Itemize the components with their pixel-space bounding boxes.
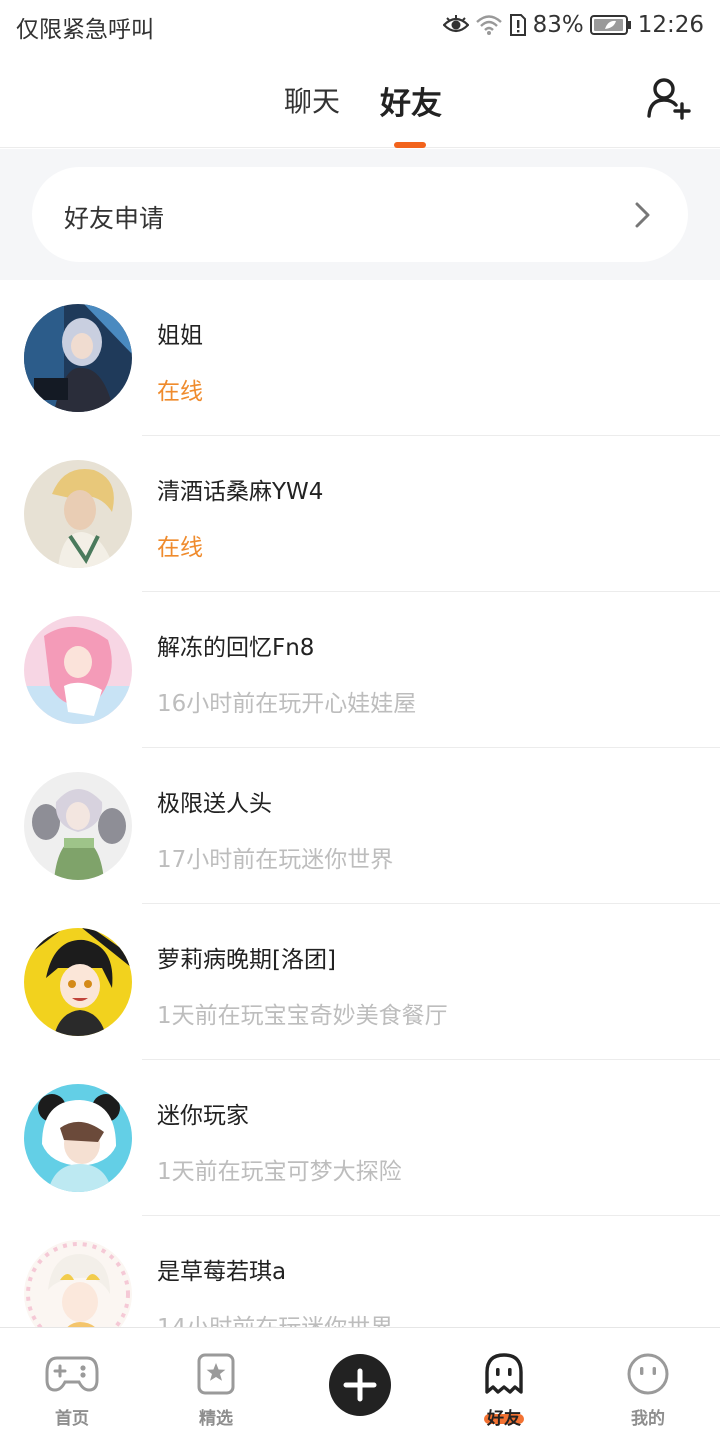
avatar[interactable] [24,928,132,1036]
friend-name: 解冻的回忆Fn8 [157,635,315,661]
avatar[interactable] [24,772,132,880]
friend-name: 迷你玩家 [157,1103,249,1129]
friend-name: 清酒话桑麻YW4 [157,479,324,505]
avatar[interactable] [24,460,132,568]
friend-name: 姐姐 [157,323,203,349]
battery-icon [589,15,631,35]
avatar[interactable] [24,616,132,724]
nav-me[interactable]: 我的 [576,1328,720,1440]
friend-item[interactable]: 姐姐 在线 [0,280,720,436]
avatar[interactable] [24,304,132,412]
smiley-icon [627,1353,669,1395]
nav-friends-label: 好友 [487,1409,521,1429]
nav-me-label: 我的 [631,1409,665,1429]
nav-home-label: 首页 [55,1409,89,1429]
friend-request-section: 好友申请 [0,149,720,280]
friend-name: 极限送人头 [157,791,272,817]
friend-item[interactable]: 萝莉病晚期[洛团] 1天前在玩宝宝奇妙美食餐厅 [0,904,720,1060]
friend-status: 17小时前在玩迷你世界 [157,847,394,873]
ghost-icon [485,1353,523,1394]
header: 聊天 好友 [0,50,720,148]
star-bookmark-icon [197,1353,235,1395]
friend-item[interactable]: 解冻的回忆Fn8 16小时前在玩开心娃娃屋 [0,592,720,748]
sim-alert-icon [509,14,526,36]
battery-percent: 83% [532,12,584,38]
eye-icon [442,15,469,33]
friend-name: 萝莉病晚期[洛团] [157,947,336,973]
tab-chat[interactable]: 聊天 [284,80,340,120]
plus-icon [329,1354,391,1416]
status-icons: 83% 12:26 [442,8,704,42]
nav-home[interactable]: 首页 [0,1328,144,1440]
friend-status: 在线 [157,379,203,405]
nav-create[interactable] [288,1328,432,1440]
friend-status: 14小时前在玩迷你世界 [157,1308,393,1327]
chevron-right-icon [635,202,650,228]
avatar[interactable] [24,1240,132,1327]
friend-item[interactable]: 极限送人头 17小时前在玩迷你世界 [0,748,720,904]
tab-friends[interactable]: 好友 [380,78,442,123]
avatar[interactable] [24,1084,132,1192]
friend-request-button[interactable]: 好友申请 [32,167,688,262]
nav-featured[interactable]: 精选 [144,1328,288,1440]
gamepad-icon [45,1356,99,1392]
friend-list[interactable]: 姐姐 在线 清酒话桑麻YW4 在线 解冻的回忆Fn8 16小时前在玩开心娃娃屋 … [0,280,720,1327]
carrier-text: 仅限紧急呼叫 [16,17,154,43]
add-friend-icon[interactable] [646,76,692,122]
friend-status: 1天前在玩宝可梦大探险 [157,1159,402,1185]
friend-item[interactable]: 是草莓若琪a 14小时前在玩迷你世界 [0,1216,720,1327]
friend-status: 在线 [157,535,203,561]
nav-featured-label: 精选 [199,1409,233,1429]
clock: 12:26 [637,12,704,38]
friend-status: 1天前在玩宝宝奇妙美食餐厅 [157,1003,448,1029]
friend-item[interactable]: 清酒话桑麻YW4 在线 [0,436,720,592]
bottom-nav: 首页 精选 好友 我的 [0,1327,720,1440]
friend-name: 是草莓若琪a [157,1259,287,1285]
status-bar: 仅限紧急呼叫 83% 12:26 [0,0,720,50]
friend-status: 16小时前在玩开心娃娃屋 [157,691,417,717]
friend-item[interactable]: 迷你玩家 1天前在玩宝可梦大探险 [0,1060,720,1216]
wifi-icon [475,15,502,35]
nav-friends[interactable]: 好友 [432,1328,576,1440]
friend-request-label: 好友申请 [64,204,165,233]
active-tab-indicator [394,142,426,148]
